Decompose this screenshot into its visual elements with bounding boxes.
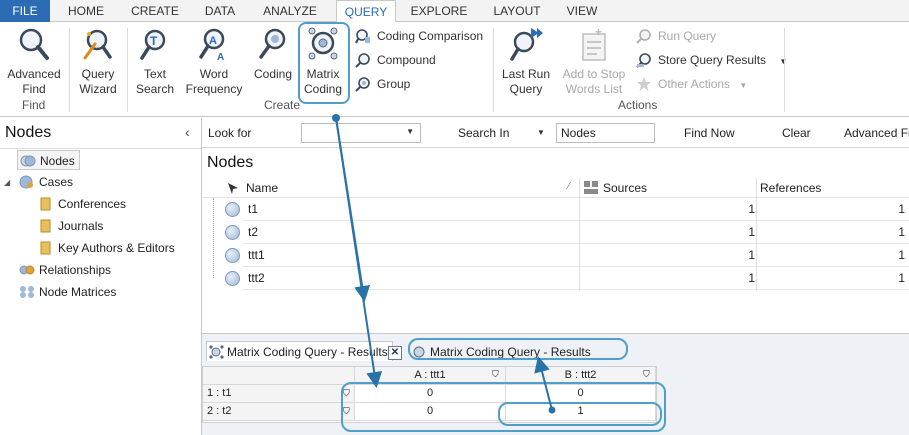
annotation-arrows bbox=[332, 114, 556, 414]
arrow-to-tab bbox=[534, 356, 553, 411]
arrow-to-grid bbox=[335, 117, 371, 302]
